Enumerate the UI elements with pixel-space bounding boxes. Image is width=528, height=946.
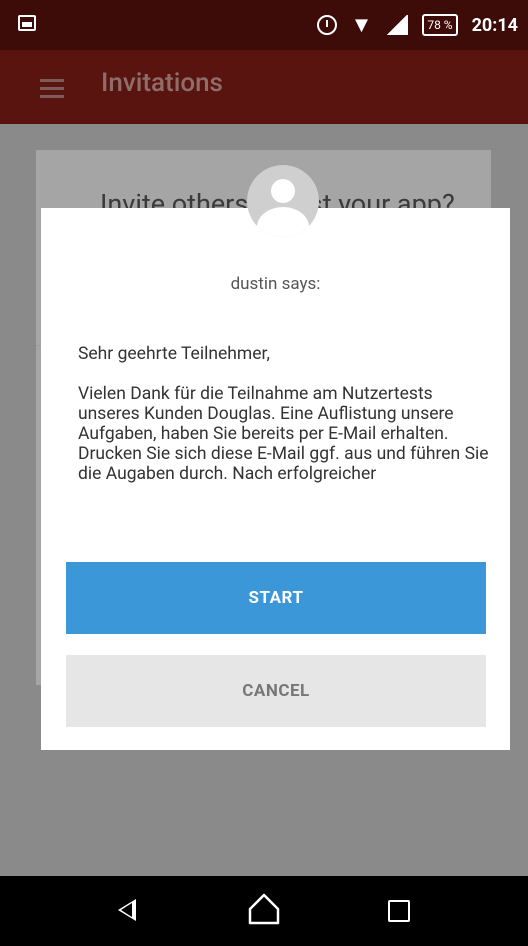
status-icons: ▼ 78 % 20:14 [316,0,518,50]
start-button[interactable]: START [66,562,486,634]
status-bar: ▼ 78 % 20:14 [0,0,528,50]
sender-label: dustin says: [230,274,321,294]
avatar-icon [247,165,319,237]
battery-icon: 78 % [422,14,458,36]
signal-icon [386,15,409,35]
message-greeting: Sehr geehrte Teilnehmer, [78,344,270,364]
message-dialog: dustin says: Sehr geehrte Teilnehmer, Vi… [41,208,510,750]
cancel-button[interactable]: CANCEL [66,655,486,727]
message-body[interactable]: Sehr geehrte Teilnehmer, Vielen Dank für… [78,344,493,542]
page-title: Invitations [101,68,223,98]
home-icon[interactable] [247,892,281,926]
wifi-icon: ▼ [350,13,373,38]
navigation-bar [0,876,528,946]
recents-icon[interactable] [388,900,410,922]
message-text: Vielen Dank für die Teilnahme am Nutzert… [78,384,489,484]
gallery-icon [18,15,36,31]
clock: 20:14 [471,14,518,36]
app-bar: Invitations [0,50,528,124]
alarm-icon [316,15,337,35]
menu-icon[interactable] [40,79,64,98]
back-icon[interactable] [118,899,136,921]
